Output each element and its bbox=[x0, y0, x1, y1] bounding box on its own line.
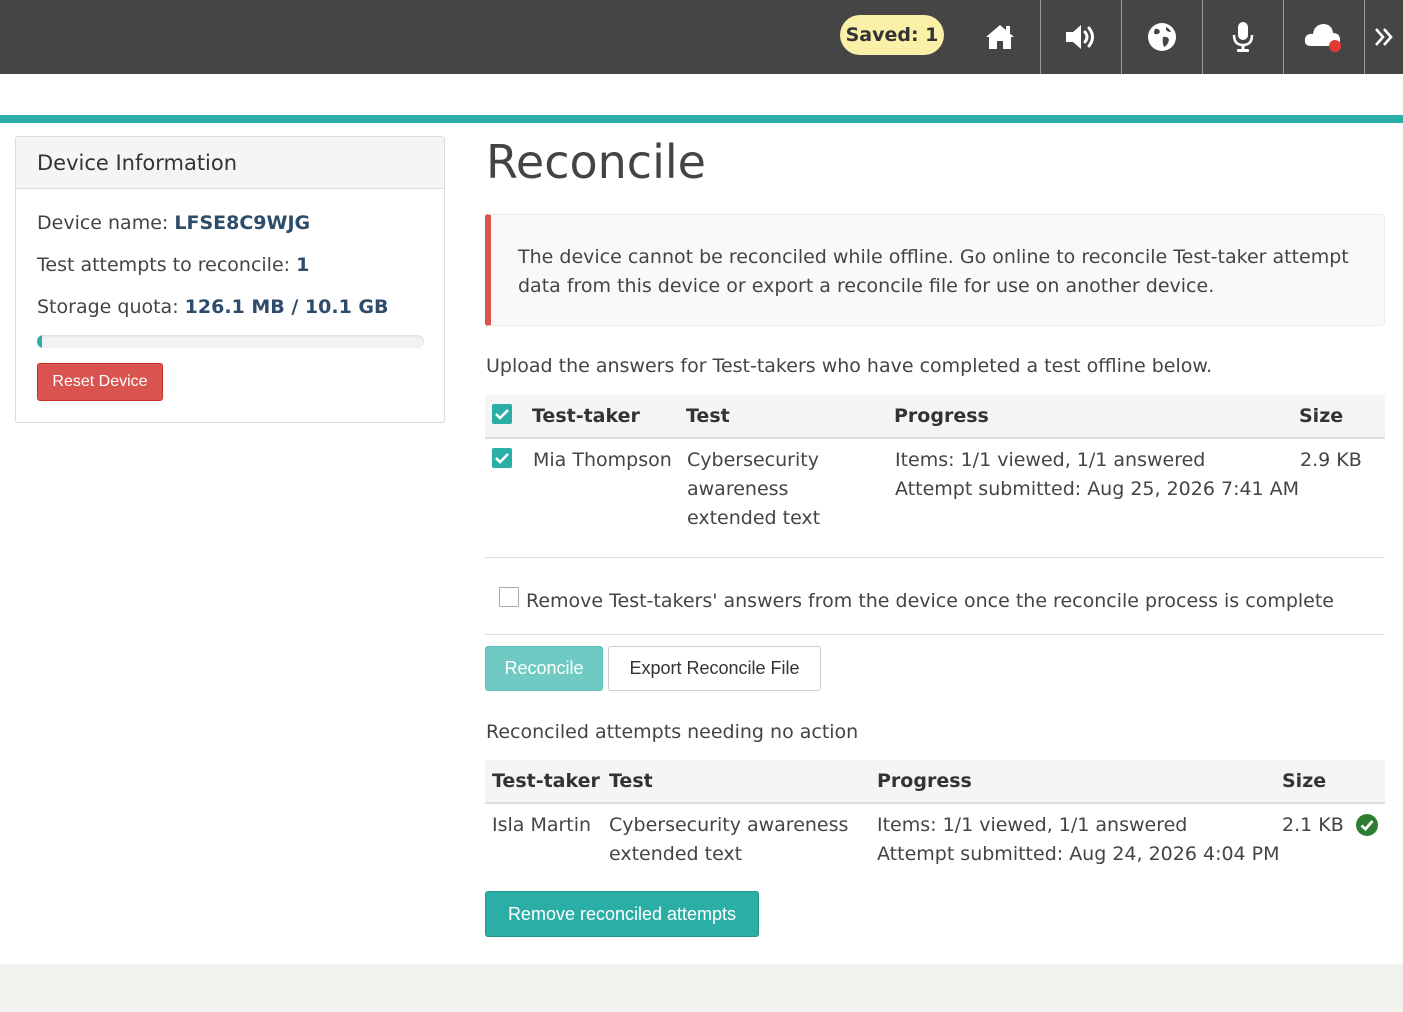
select-all-checkbox[interactable] bbox=[492, 404, 512, 424]
panel-title: Device Information bbox=[16, 137, 444, 189]
device-name-value: LFSE8C9WJG bbox=[174, 212, 311, 234]
microphone-icon bbox=[1232, 22, 1254, 52]
row-test-taker: Mia Thompson bbox=[533, 449, 672, 471]
header-accent-line bbox=[0, 115, 1403, 123]
row-size: 2.1 KB bbox=[1282, 814, 1344, 836]
remove-answers-label[interactable]: Remove Test-takers' answers from the dev… bbox=[526, 587, 1334, 616]
microphone-button[interactable] bbox=[1203, 0, 1283, 74]
globe-icon bbox=[1148, 23, 1176, 51]
storage-value: 126.1 MB / 10.1 GB bbox=[184, 296, 389, 318]
cloud-offline-icon bbox=[1304, 24, 1341, 52]
offline-alert-text: The device cannot be reconciled while of… bbox=[518, 246, 1349, 297]
export-reconcile-file-button[interactable]: Export Reconcile File bbox=[608, 646, 821, 691]
home-button[interactable] bbox=[960, 0, 1040, 74]
row-checkbox[interactable] bbox=[492, 448, 512, 468]
reconcile-button[interactable]: Reconcile bbox=[485, 646, 603, 691]
row-test-taker: Isla Martin bbox=[492, 814, 592, 836]
attempts-label: Test attempts to reconcile: bbox=[37, 254, 291, 276]
page-title: Reconcile bbox=[486, 135, 706, 189]
attempts-value: 1 bbox=[296, 254, 310, 276]
upload-instructions: Upload the answers for Test-takers who h… bbox=[486, 355, 1213, 377]
offline-alert: The device cannot be reconciled while of… bbox=[485, 214, 1385, 326]
column-header-test-taker[interactable]: Test-taker bbox=[532, 405, 640, 427]
row-progress-submitted: Attempt submitted: Aug 24, 2026 4:04 PM bbox=[877, 843, 1280, 865]
checkmark-icon bbox=[495, 409, 509, 420]
column-header-progress[interactable]: Progress bbox=[877, 770, 972, 792]
column-header-progress[interactable]: Progress bbox=[894, 405, 989, 427]
storage-progress-bar bbox=[37, 335, 424, 348]
device-name-label: Device name: bbox=[37, 212, 169, 234]
row-size: 2.9 KB bbox=[1300, 449, 1362, 471]
home-icon bbox=[986, 25, 1014, 49]
row-test: Cybersecurity awareness extended text bbox=[687, 449, 821, 529]
language-button[interactable] bbox=[1122, 0, 1202, 74]
row-progress-items: Items: 1/1 viewed, 1/1 answered bbox=[877, 814, 1188, 836]
column-header-test-taker[interactable]: Test-taker bbox=[492, 770, 600, 792]
remove-reconciled-attempts-button[interactable]: Remove reconciled attempts bbox=[485, 891, 759, 937]
storage-progress-fill bbox=[37, 335, 42, 348]
column-header-test[interactable]: Test bbox=[686, 405, 730, 427]
device-information-panel: Device Information Device name: LFSE8C9W… bbox=[15, 136, 445, 423]
column-header-size[interactable]: Size bbox=[1282, 770, 1326, 792]
top-bar: Saved: 1 bbox=[0, 0, 1403, 74]
row-test: Cybersecurity awareness extended text bbox=[609, 814, 849, 865]
column-header-size[interactable]: Size bbox=[1299, 405, 1343, 427]
connection-status-button[interactable] bbox=[1284, 0, 1364, 74]
reconciled-heading: Reconciled attempts needing no action bbox=[486, 721, 859, 743]
divider bbox=[485, 557, 1385, 558]
chevrons-right-icon bbox=[1375, 28, 1393, 46]
checkmark-icon bbox=[495, 453, 509, 464]
expand-toolbar-button[interactable] bbox=[1365, 0, 1403, 74]
row-progress-submitted: Attempt submitted: Aug 25, 2026 7:41 AM bbox=[895, 478, 1300, 500]
saved-badge: Saved: 1 bbox=[840, 15, 944, 55]
storage-label: Storage quota: bbox=[37, 296, 179, 318]
reset-device-button[interactable]: Reset Device bbox=[37, 363, 163, 401]
check-circle-icon bbox=[1356, 814, 1378, 836]
device-name: Device name: LFSE8C9WJG bbox=[37, 212, 310, 234]
divider bbox=[485, 634, 1385, 635]
reconciled-table-header: Test-taker Test Progress Size bbox=[485, 760, 1385, 804]
column-header-test[interactable]: Test bbox=[609, 770, 653, 792]
storage-quota: Storage quota: 126.1 MB / 10.1 GB bbox=[37, 296, 389, 318]
pending-table-header: Test-taker Test Progress Size bbox=[485, 395, 1385, 439]
remove-answers-checkbox[interactable] bbox=[499, 587, 519, 607]
volume-icon bbox=[1066, 25, 1094, 49]
volume-button[interactable] bbox=[1041, 0, 1121, 74]
row-progress-items: Items: 1/1 viewed, 1/1 answered bbox=[895, 449, 1206, 471]
attempts-to-reconcile: Test attempts to reconcile: 1 bbox=[37, 254, 309, 276]
